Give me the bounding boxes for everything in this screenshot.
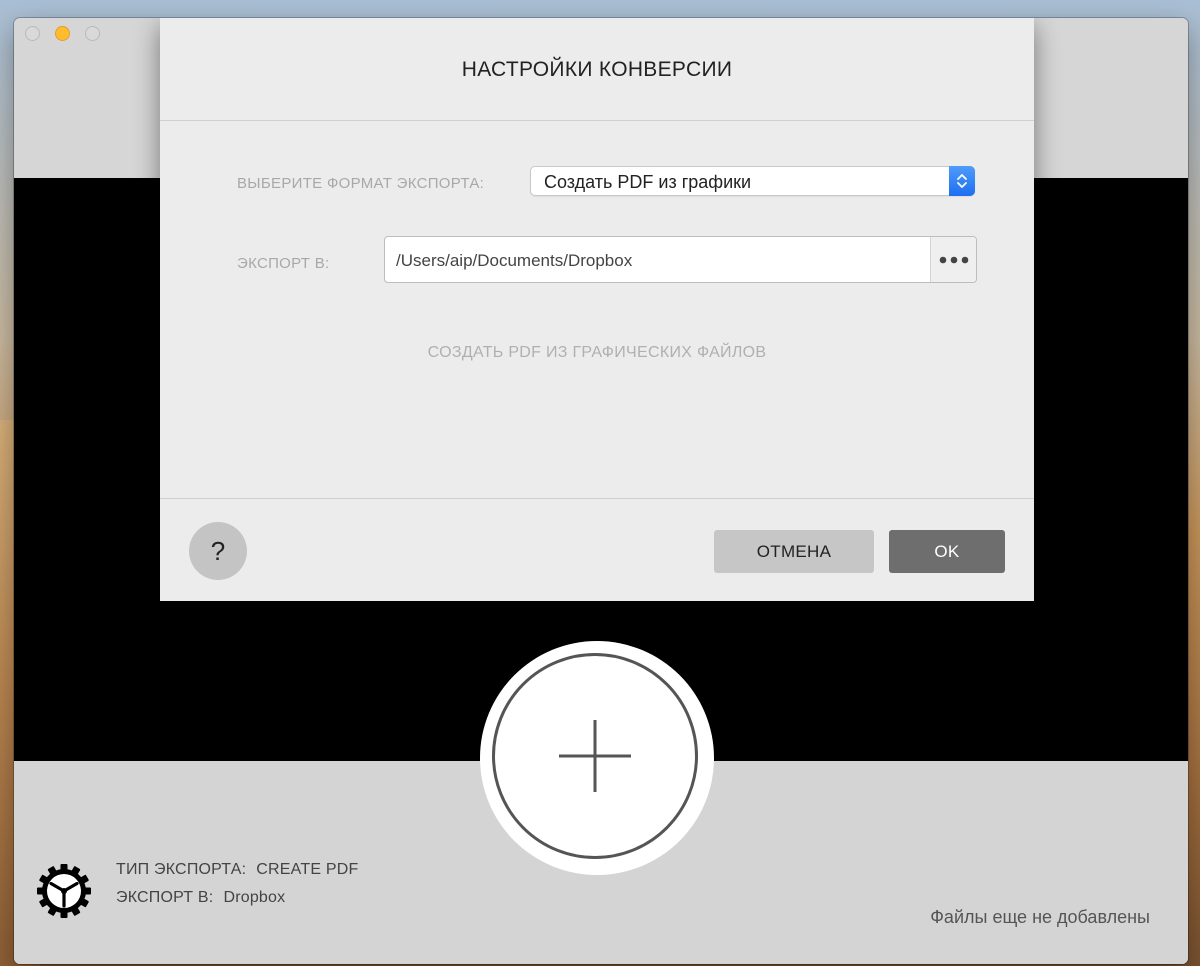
zoom-window-button[interactable] [85, 26, 100, 41]
settings-button[interactable] [36, 863, 92, 924]
minimize-window-button[interactable] [55, 26, 70, 41]
export-destination-label: ЭКСПОРТ В: [116, 889, 214, 906]
chevron-updown-icon[interactable] [949, 166, 975, 196]
export-format-select[interactable]: Создать PDF из графики [530, 166, 975, 196]
files-status-message: Файлы еще не добавлены [930, 907, 1150, 927]
add-files-button[interactable] [480, 641, 714, 875]
export-type-status: ТИП ЭКСПОРТА: CREATE PDF [116, 861, 358, 879]
export-type-label: ТИП ЭКСПОРТА: [116, 861, 247, 878]
cancel-button[interactable]: ОТМЕНА [714, 530, 874, 573]
export-format-label: ВЫБЕРИТЕ ФОРМАТ ЭКСПОРТА: [237, 175, 485, 192]
export-to-label: ЭКСПОРТ В: [237, 255, 330, 272]
export-format-value: Создать PDF из графики [544, 172, 752, 192]
ellipsis-icon [939, 256, 969, 264]
app-window: ТИП ЭКСПОРТА: CREATE PDF ЭКСПОРТ В: Dropbo… [14, 18, 1188, 964]
export-destination-value: Dropbox [223, 889, 286, 906]
plus-icon [559, 720, 631, 792]
export-destination-status: ЭКСПОРТ В: Dropbox [116, 889, 285, 907]
format-description: СОЗДАТЬ PDF ИЗ ГРАФИЧЕСКИХ ФАЙЛОВ [427, 344, 767, 361]
conversion-settings-dialog: НАСТРОЙКИ КОНВЕРСИИ ВЫБЕРИТЕ ФОРМАТ ЭКСП… [160, 18, 1034, 601]
export-path-value: /Users/aip/Documents/Dropbox [396, 251, 633, 270]
export-path-field[interactable]: /Users/aip/Documents/Dropbox [384, 236, 977, 283]
gear-icon [37, 864, 91, 918]
add-files-ring [492, 653, 698, 859]
dialog-footer: ? ОТМЕНА OK [160, 498, 1034, 602]
ok-button[interactable]: OK [889, 530, 1005, 573]
dialog-title: НАСТРОЙКИ КОНВЕРСИИ [461, 58, 733, 81]
export-type-value: CREATE PDF [256, 861, 359, 878]
help-button[interactable]: ? [189, 522, 247, 580]
close-window-button[interactable] [25, 26, 40, 41]
browse-folder-button[interactable] [930, 237, 976, 282]
dialog-header: НАСТРОЙКИ КОНВЕРСИИ [160, 18, 1034, 121]
